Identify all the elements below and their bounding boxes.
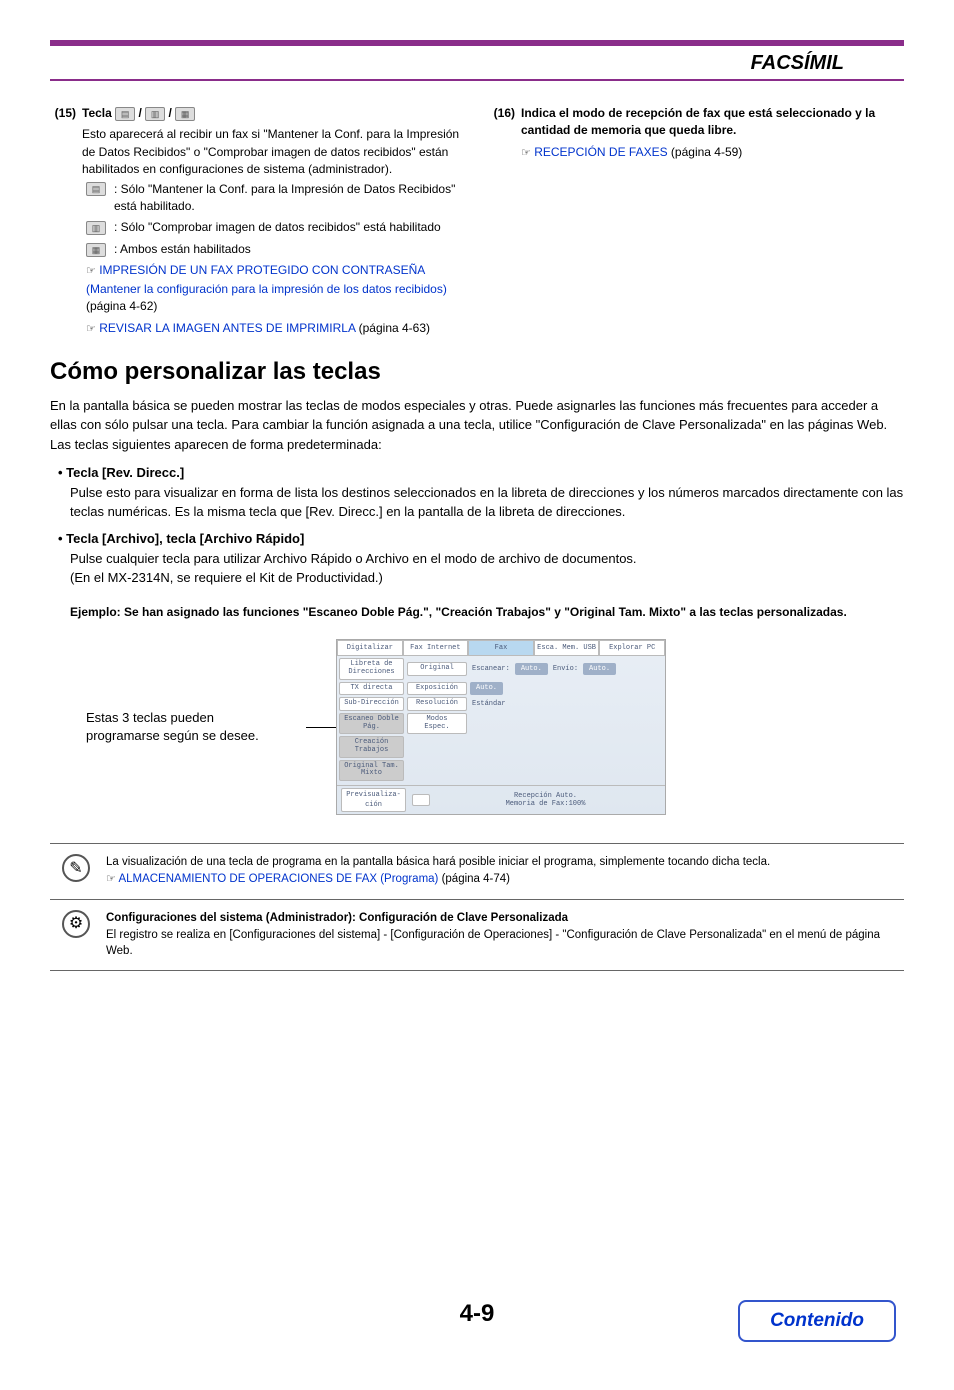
- pointer-icon: ☞: [86, 266, 96, 278]
- note1-link-page: (página 4-74): [438, 873, 510, 885]
- contenido-button[interactable]: Contenido: [738, 1300, 896, 1342]
- item15-opt3: : Ambos están habilitados: [114, 241, 465, 258]
- status-phone-icon: [412, 794, 430, 806]
- tab-digitalizar[interactable]: Digitalizar: [337, 640, 403, 656]
- item15-link1[interactable]: IMPRESIÓN DE UN FAX PROTEGIDO CON CONTRA…: [86, 263, 447, 296]
- btn-libreta[interactable]: Libreta de Direcciones: [339, 658, 404, 679]
- item15-desc: Esto aparecerá al recibir un fax si "Man…: [82, 126, 465, 178]
- item15-opt1: : Sólo "Mantener la Conf. para la Impres…: [114, 181, 465, 216]
- pointer-icon: ☞: [521, 148, 531, 160]
- note2-body: El registro se realiza en [Configuracion…: [106, 927, 892, 960]
- item15-label: Tecla: [82, 106, 112, 120]
- item15-link2[interactable]: REVISAR LA IMAGEN ANTES DE IMPRIMIRLA: [99, 321, 355, 335]
- example-line: Ejemplo: Se han asignado las funciones "…: [50, 596, 904, 639]
- btn-original[interactable]: Original: [407, 662, 467, 676]
- doc-icon-1b: ▤: [86, 182, 106, 196]
- note1-link[interactable]: ALMACENAMIENTO DE OPERACIONES DE FAX (Pr…: [118, 873, 438, 885]
- pointer-icon: ☞: [106, 874, 116, 886]
- lbl-envio: Envío:: [551, 664, 580, 674]
- tab-esca-mem-usb[interactable]: Esca. Mem. USB: [534, 640, 600, 656]
- doc-icon-3: ▦: [175, 107, 195, 121]
- btn-expo[interactable]: Exposición: [407, 682, 467, 696]
- auto2: Auto.: [583, 663, 616, 675]
- item16-link-page: (página 4-59): [668, 145, 743, 159]
- btn-resol[interactable]: Resolución: [407, 697, 467, 711]
- bullet2-body2: (En el MX-2314N, se requiere el Kit de P…: [70, 568, 904, 588]
- btn-prev[interactable]: Previsualiza-ción: [341, 788, 406, 812]
- item15-num: (15): [50, 105, 82, 179]
- intro-para: En la pantalla básica se pueden mostrar …: [50, 396, 904, 455]
- btn-subdir[interactable]: Sub-Dirección: [339, 697, 404, 711]
- doc-icon-2b: ▥: [86, 221, 106, 235]
- btn-tx[interactable]: TX directa: [339, 682, 404, 696]
- tab-explorar-pc[interactable]: Explorar PC: [599, 640, 665, 656]
- lbl-estandar: Estándar: [470, 699, 508, 709]
- item16-title: Indica el modo de recepción de fax que e…: [521, 105, 904, 140]
- tab-fax[interactable]: Fax: [468, 640, 534, 656]
- btn-modos[interactable]: Modos Espec.: [407, 713, 467, 734]
- doc-icon-1: ▤: [115, 107, 135, 121]
- caption-line1: Estas 3 teclas pueden: [86, 709, 306, 727]
- status2: Memoria de Fax:100%: [430, 800, 661, 808]
- section-heading: Cómo personalizar las teclas: [50, 355, 904, 390]
- doc-icon-2: ▥: [145, 107, 165, 121]
- item15-link1-page: (página 4-62): [86, 299, 157, 313]
- note1-text: La visualización de una tecla de program…: [106, 854, 892, 871]
- caption-line2: programarse según se desee.: [86, 727, 306, 745]
- doc-icon-3b: ▦: [86, 243, 106, 257]
- note2-title: Configuraciones del sistema (Administrad…: [106, 910, 892, 927]
- item15-opt2: : Sólo "Comprobar imagen de datos recibi…: [114, 219, 465, 236]
- item16-link[interactable]: RECEPCIÓN DE FAXES: [534, 145, 667, 159]
- header-title: FACSÍMIL: [751, 52, 844, 75]
- slash1: /: [138, 106, 145, 120]
- bullet2-body1: Pulse cualquier tecla para utilizar Arch…: [70, 549, 904, 569]
- item16-num: (16): [489, 105, 521, 163]
- bullet2-title: • Tecla [Archivo], tecla [Archivo Rápido…: [50, 530, 904, 549]
- lbl-escanear: Escanear:: [470, 664, 512, 674]
- btn-origtam[interactable]: Original Tam. Mixto: [339, 760, 404, 781]
- device-screen: Digitalizar Fax Internet Fax Esca. Mem. …: [336, 639, 666, 815]
- slash2: /: [169, 106, 176, 120]
- item15-link2-page: (página 4-63): [355, 321, 430, 335]
- note-pencil-icon: ✎: [62, 854, 90, 882]
- auto3: Auto.: [470, 682, 503, 694]
- note-gear-icon: ⚙: [62, 910, 90, 938]
- status1: Recepción Auto.: [430, 792, 661, 800]
- btn-creacion[interactable]: Creación Trabajos: [339, 736, 404, 757]
- pointer-icon: ☞: [86, 324, 96, 336]
- bullet1-body: Pulse esto para visualizar en forma de l…: [50, 483, 904, 522]
- tab-fax-internet[interactable]: Fax Internet: [403, 640, 469, 656]
- auto1: Auto.: [515, 663, 548, 675]
- bullet1-title: • Tecla [Rev. Direcc.]: [50, 464, 904, 483]
- connector-line: [306, 727, 336, 728]
- btn-esc-doble[interactable]: Escaneo Doble Pág.: [339, 713, 404, 734]
